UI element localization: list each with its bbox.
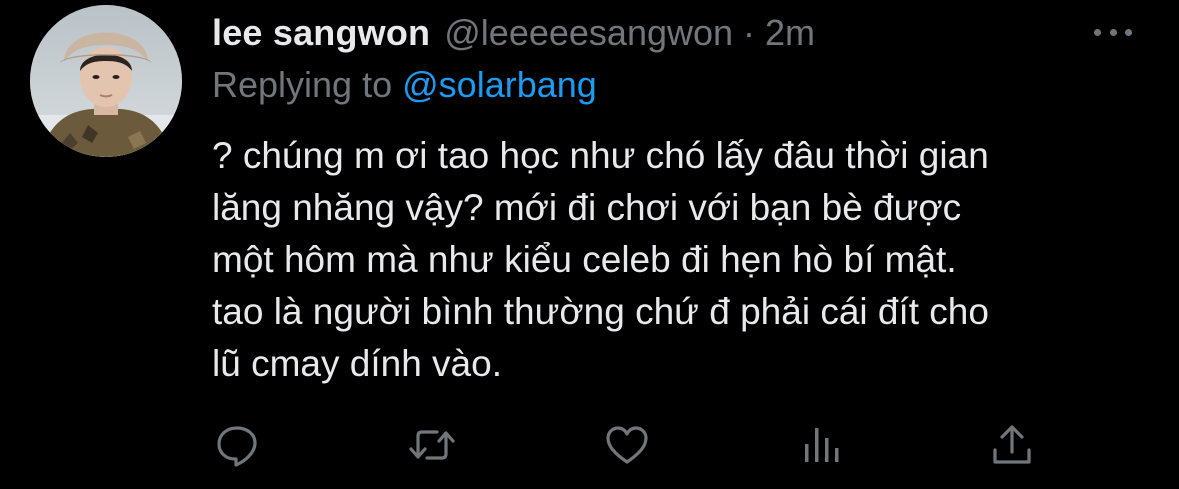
reply-icon [217, 426, 257, 467]
action-bar [212, 420, 1042, 470]
more-horizontal-icon [1125, 28, 1132, 36]
replying-to-label: Replying to [212, 64, 393, 105]
display-name[interactable]: lee sangwon [212, 8, 430, 58]
more-horizontal-icon [1109, 28, 1117, 36]
replying-to-mention[interactable]: @solarbang [402, 64, 597, 105]
tweet-header: lee sangwon @leeeeesangwon · 2m [212, 8, 815, 58]
avatar-image [30, 5, 182, 157]
replying-to-line: Replying to @solarbang [212, 60, 597, 110]
more-options-button[interactable] [1094, 20, 1132, 44]
heart-icon [606, 426, 648, 464]
user-handle[interactable]: @leeeeesangwon [444, 8, 733, 58]
share-button[interactable] [987, 420, 1037, 470]
retweet-button[interactable] [407, 420, 457, 470]
separator-dot: · [743, 12, 756, 53]
share-icon [993, 425, 1031, 464]
analytics-icon [805, 428, 839, 462]
more-horizontal-icon [1094, 28, 1101, 36]
retweet-icon [409, 430, 455, 460]
avatar[interactable] [30, 5, 182, 157]
reply-button[interactable] [212, 420, 262, 470]
tweet: lee sangwon @leeeeesangwon · 2m Replying… [0, 0, 1179, 489]
tweet-text: ? chúng m ơi tao học như chó lấy đâu thờ… [212, 135, 989, 384]
timestamp[interactable]: 2m [765, 8, 815, 58]
analytics-button[interactable] [797, 420, 847, 470]
like-button[interactable] [602, 420, 652, 470]
